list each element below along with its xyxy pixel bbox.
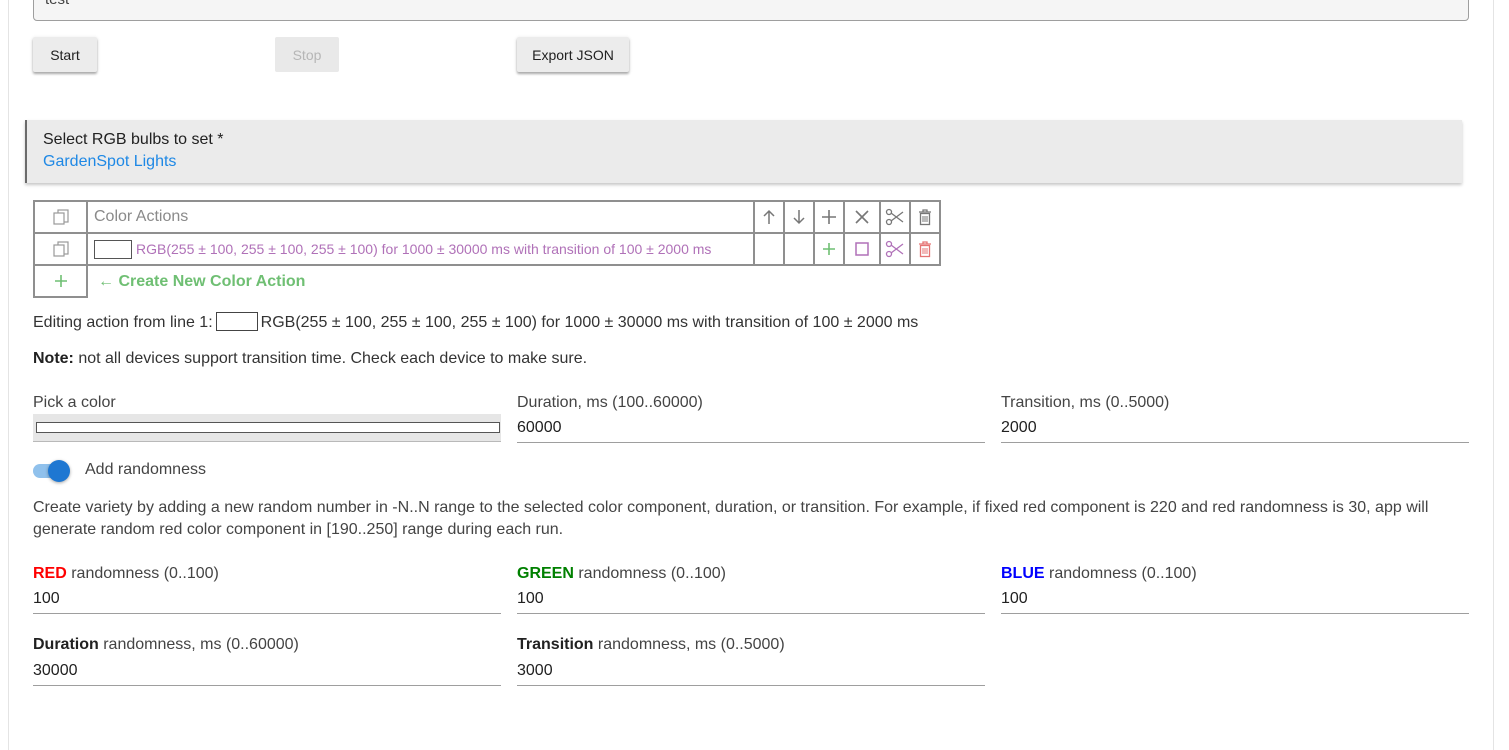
- blue-randomness-label: BLUE randomness (0..100): [1001, 565, 1197, 583]
- note-line: Note: not all devices support transition…: [33, 350, 587, 368]
- table-header-row: Color Actions: [33, 200, 941, 234]
- create-new-color-action-link[interactable]: ← Create New Color Action: [88, 273, 305, 290]
- editing-prefix: Editing action from line 1:: [33, 314, 213, 331]
- copy-row-icon[interactable]: [33, 232, 88, 266]
- row-select-checkbox-icon[interactable]: [843, 232, 881, 266]
- randomness-description-line1: Create variety by adding a new random nu…: [33, 499, 1429, 516]
- color-actions-title: Color Actions: [94, 208, 189, 225]
- duration-label: Duration, ms (100..60000): [517, 394, 703, 411]
- scene-name-input[interactable]: test: [33, 0, 1469, 21]
- randomness-toggle-knob[interactable]: [48, 460, 70, 482]
- export-json-button[interactable]: Export JSON: [517, 37, 629, 72]
- color-actions-header: Color Actions: [86, 200, 755, 234]
- randomness-toggle-label: Add randomness: [85, 461, 206, 478]
- duration-randomness-underline: [33, 685, 501, 686]
- color-picker-swatch[interactable]: [36, 422, 500, 433]
- add-icon[interactable]: [813, 200, 845, 234]
- bulb-select-value[interactable]: GardenSpot Lights: [43, 153, 176, 171]
- blue-randomness-input[interactable]: 100: [1001, 590, 1028, 608]
- empty-cell: [783, 232, 815, 266]
- action-cell[interactable]: RGB(255 ± 100, 255 ± 100, 255 ± 100) for…: [86, 232, 755, 266]
- duration-randomness-label: Duration randomness, ms (0..60000): [33, 636, 299, 654]
- row-add-icon[interactable]: [813, 232, 845, 266]
- red-word: RED: [33, 565, 67, 582]
- editing-color-swatch: [215, 312, 258, 331]
- duration-input[interactable]: 60000: [517, 419, 562, 437]
- transition-randomness-input[interactable]: 3000: [517, 662, 553, 680]
- transition-label-rest: randomness, ms (0..5000): [593, 636, 785, 653]
- blue-word: BLUE: [1001, 565, 1045, 582]
- editing-line: Editing action from line 1: RGB(255 ± 100…: [33, 312, 918, 332]
- duration-underline: [517, 442, 985, 443]
- scene-name-value: test: [45, 0, 69, 8]
- move-down-icon[interactable]: [783, 200, 815, 234]
- red-randomness-input[interactable]: 100: [33, 590, 60, 608]
- color-actions-table: Color Actions RGB(255 ± 100, 255 ± 100, …: [33, 200, 941, 298]
- start-button[interactable]: Start: [33, 37, 97, 72]
- row-delete-icon[interactable]: [909, 232, 941, 266]
- move-up-icon[interactable]: [753, 200, 785, 234]
- transition-label: Transition, ms (0..5000): [1001, 394, 1170, 411]
- blue-underline: [1001, 613, 1469, 614]
- transition-underline: [1001, 442, 1469, 443]
- transition-randomness-underline: [517, 685, 985, 686]
- note-label: Note:: [33, 350, 74, 367]
- pick-color-label: Pick a color: [33, 394, 116, 411]
- green-underline: [517, 613, 985, 614]
- table-row[interactable]: RGB(255 ± 100, 255 ± 100, 255 ± 100) for…: [33, 232, 941, 266]
- randomness-description-line2: generate random red color component in […: [33, 521, 564, 538]
- duration-word: Duration: [33, 636, 99, 653]
- row-cut-icon[interactable]: [879, 232, 911, 266]
- close-icon[interactable]: [843, 200, 881, 234]
- empty-cell: [753, 232, 785, 266]
- action-text: RGB(255 ± 100, 255 ± 100, 255 ± 100) for…: [136, 241, 712, 257]
- copy-all-icon[interactable]: [33, 200, 88, 234]
- duration-randomness-input[interactable]: 30000: [33, 662, 78, 680]
- red-underline: [33, 613, 501, 614]
- create-action-cell: ← Create New Color Action: [87, 265, 940, 297]
- green-randomness-label: GREEN randomness (0..100): [517, 565, 726, 583]
- green-label-rest: randomness (0..100): [573, 565, 726, 582]
- transition-input[interactable]: 2000: [1001, 419, 1037, 437]
- stop-button[interactable]: Stop: [275, 37, 339, 72]
- bulb-select[interactable]: Select RGB bulbs to set * GardenSpot Lig…: [25, 120, 1462, 183]
- color-picker[interactable]: [33, 414, 501, 442]
- create-action-row: ← Create New Color Action: [33, 264, 940, 298]
- green-word: GREEN: [517, 565, 574, 582]
- bulb-select-label: Select RGB bulbs to set *: [43, 131, 224, 148]
- trash-icon[interactable]: [909, 200, 941, 234]
- row-color-swatch: [94, 239, 132, 259]
- note-text: not all devices support transition time.…: [78, 350, 588, 367]
- create-action-plus-icon[interactable]: [33, 264, 88, 298]
- red-label-rest: randomness (0..100): [66, 565, 219, 582]
- transition-word: Transition: [517, 636, 594, 653]
- transition-randomness-label: Transition randomness, ms (0..5000): [517, 636, 785, 654]
- editing-text: RGB(255 ± 100, 255 ± 100, 255 ± 100) for…: [260, 314, 919, 331]
- blue-label-rest: randomness (0..100): [1044, 565, 1197, 582]
- red-randomness-label: RED randomness (0..100): [33, 565, 219, 583]
- cut-icon[interactable]: [879, 200, 911, 234]
- green-randomness-input[interactable]: 100: [517, 590, 544, 608]
- duration-label-rest: randomness, ms (0..60000): [98, 636, 299, 653]
